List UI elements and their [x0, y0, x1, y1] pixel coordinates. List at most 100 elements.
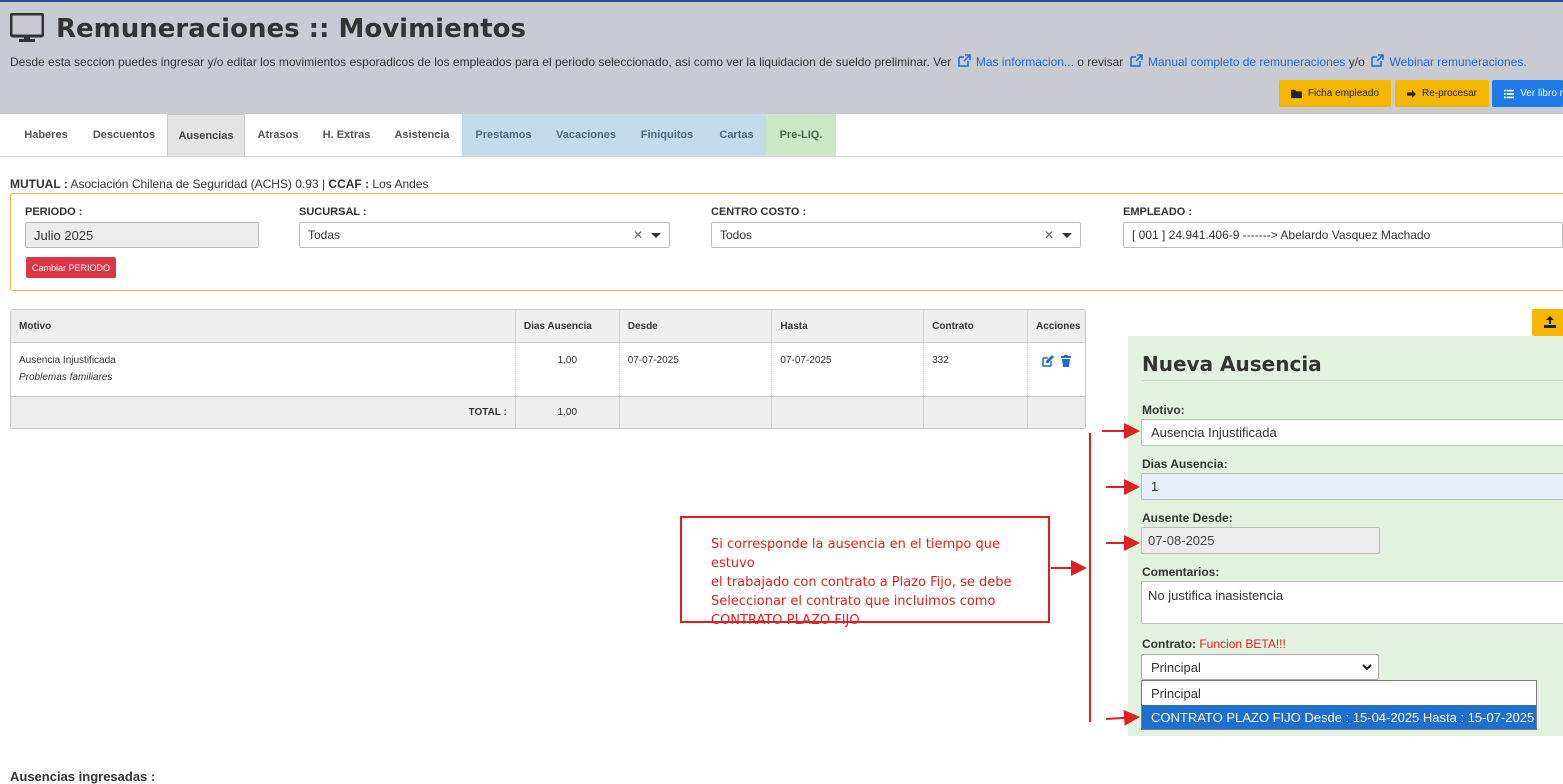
- empleado-select[interactable]: [ 001 ] 24.941.406-9 -------> Abelardo V…: [1123, 222, 1563, 248]
- motivo-cell: Ausencia Injustificada Problemas familia…: [11, 343, 516, 396]
- tab-descuentos[interactable]: Descuentos: [82, 114, 166, 156]
- contrato-option-principal[interactable]: Principal: [1142, 681, 1536, 705]
- filter-panel: PERIODO : Julio 2025 Cambiar PERIODO SUC…: [10, 193, 1563, 291]
- form-title: Nueva Ausencia: [1142, 352, 1322, 376]
- trash-icon[interactable]: [1060, 355, 1071, 367]
- callout-line: el trabajado con contrato a Plazo Fijo, …: [711, 575, 1012, 590]
- ver-libro-button[interactable]: Ver libro r: [1492, 80, 1563, 107]
- tab-prestamos[interactable]: Prestamos: [462, 114, 545, 156]
- col-hasta: Hasta: [772, 310, 925, 343]
- ccaf-label: CCAF :: [328, 177, 370, 191]
- external-link-icon: [1371, 54, 1384, 67]
- tab-finiquitos[interactable]: Finiquitos: [627, 114, 707, 156]
- contrato-option-plazo-fijo[interactable]: CONTRATO PLAZO FIJO Desde : 15-04-2025 H…: [1142, 705, 1536, 729]
- comentarios-label: Comentarios:: [1142, 565, 1220, 579]
- comentarios-textarea[interactable]: No justifica inasistencia: [1141, 581, 1563, 624]
- sucursal-value: Todas: [308, 228, 341, 242]
- tab-ausencias[interactable]: Ausencias: [167, 114, 245, 156]
- contrato-label-wrap: Contrato: Funcion BETA!!!: [1142, 637, 1286, 651]
- centro-costo-label: CENTRO COSTO :: [711, 206, 807, 218]
- empty-cell: [772, 396, 925, 428]
- manual-link[interactable]: Manual completo de remuneraciones: [1148, 55, 1345, 69]
- reprocesar-button[interactable]: Re-procesar: [1395, 80, 1489, 107]
- monitor-icon: [10, 13, 44, 42]
- dias-cell: 1,00: [516, 343, 620, 396]
- total-label: TOTAL :: [11, 396, 516, 428]
- upload-icon: [1544, 316, 1556, 328]
- callout-line: CONTRATO PLAZO FIJO: [711, 613, 860, 628]
- mas-informacion-link[interactable]: Mas informacion...: [976, 55, 1074, 69]
- clear-icon[interactable]: ✕: [1044, 228, 1054, 242]
- reprocesar-label: Re-procesar: [1421, 88, 1477, 99]
- empleado-label: EMPLEADO :: [1123, 206, 1193, 218]
- sucursal-label: SUCURSAL :: [299, 206, 367, 218]
- col-contrato: Contrato: [924, 310, 1028, 343]
- ausente-desde-label: Ausente Desde:: [1142, 511, 1233, 525]
- tab-asistencia[interactable]: Asistencia: [383, 114, 461, 156]
- clear-icon[interactable]: ✕: [633, 228, 643, 242]
- chevron-down-icon: [1362, 664, 1372, 671]
- sucursal-select[interactable]: Todas ✕: [299, 222, 670, 248]
- beta-badge: Funcion BETA!!!: [1199, 637, 1286, 651]
- tab-vacaciones[interactable]: Vacaciones: [545, 114, 627, 156]
- mutual-value: Asociación Chilena de Seguridad (ACHS) 0…: [70, 177, 319, 191]
- motivo-text: Ausencia Injustificada: [19, 355, 116, 366]
- motivo-label: Motivo:: [1142, 403, 1185, 417]
- ficha-empleado-button[interactable]: Ficha empleado: [1279, 80, 1391, 107]
- empty-cell: [1027, 396, 1085, 428]
- mutual-ccaf-info: MUTUAL : Asociación Chilena de Seguridad…: [10, 177, 428, 191]
- col-dias-ausencia: Dias Ausencia: [515, 310, 620, 343]
- nueva-ausencia-panel: Nueva Ausencia Motivo: Ausencia Injustif…: [1128, 336, 1563, 736]
- callout-line: Seleccionar el contrato que incluimos co…: [711, 594, 996, 609]
- hasta-cell: 07-07-2025: [772, 343, 925, 396]
- ficha-empleado-label: Ficha empleado: [1307, 88, 1379, 99]
- table-header-row: Motivo Dias Ausencia Desde Hasta Contrat…: [11, 310, 1085, 343]
- tab-atrasos[interactable]: Atrasos: [246, 114, 310, 156]
- ausente-desde-input[interactable]: 07-08-2025: [1141, 527, 1380, 554]
- external-link-icon: [1129, 54, 1143, 67]
- mutual-label: MUTUAL :: [10, 177, 68, 191]
- dias-ausencia-label: Dias Ausencia:: [1142, 457, 1228, 471]
- contrato-selected-value: Principal: [1151, 659, 1201, 675]
- tab-haberes[interactable]: Haberes: [10, 114, 82, 156]
- separator: |: [321, 177, 326, 191]
- centro-costo-select[interactable]: Todos ✕: [711, 222, 1081, 248]
- comentario-text: Problemas familiares: [19, 372, 113, 383]
- separator-text: y/o: [1348, 55, 1365, 69]
- contrato-select[interactable]: Principal: [1141, 654, 1379, 680]
- chevron-down-icon: [651, 233, 661, 238]
- dias-ausencia-input[interactable]: 1: [1141, 473, 1563, 500]
- contrato-cell: 332: [924, 343, 1028, 396]
- page-header: Remuneraciones :: Movimientos Desde esta…: [0, 0, 1563, 114]
- tab-bar: Haberes Descuentos Ausencias Atrasos H. …: [0, 114, 1563, 157]
- description-text: Desde esta seccion puedes ingresar y/o e…: [10, 55, 952, 69]
- col-motivo: Motivo: [11, 310, 516, 343]
- upload-button[interactable]: [1532, 309, 1563, 336]
- ausencias-table: Motivo Dias Ausencia Desde Hasta Contrat…: [10, 309, 1086, 429]
- periodo-field: Julio 2025: [25, 222, 259, 248]
- contrato-dropdown: Principal CONTRATO PLAZO FIJO Desde : 15…: [1141, 680, 1537, 730]
- list-icon: [1504, 89, 1515, 98]
- tab-h-extras[interactable]: H. Extras: [310, 114, 383, 156]
- empty-cell: [619, 396, 773, 428]
- contrato-label: Contrato:: [1142, 637, 1196, 651]
- motivo-select[interactable]: Ausencia Injustificada: [1141, 419, 1563, 446]
- total-value: 1,00: [515, 396, 620, 428]
- external-link-icon: [957, 54, 971, 67]
- total-row: TOTAL : 1,00: [11, 396, 1085, 428]
- edit-icon[interactable]: [1042, 355, 1055, 367]
- callout-line: Si corresponde la ausencia en el tiempo …: [711, 537, 1000, 571]
- centro-costo-value: Todos: [720, 228, 753, 242]
- table-row: Ausencia Injustificada Problemas familia…: [11, 343, 1085, 396]
- col-desde: Desde: [619, 310, 773, 343]
- separator-text: o revisar: [1077, 55, 1124, 69]
- chevron-down-icon: [1062, 233, 1072, 238]
- cambiar-periodo-button[interactable]: Cambiar PERIODO: [26, 257, 117, 278]
- col-acciones: Acciones: [1027, 310, 1085, 343]
- tab-cartas[interactable]: Cartas: [707, 114, 766, 156]
- divider: [1142, 380, 1563, 381]
- folder-icon: [1291, 89, 1302, 99]
- tab-pre-liq[interactable]: Pre-LIQ.: [766, 114, 836, 156]
- desde-cell: 07-07-2025: [620, 343, 773, 396]
- webinar-link[interactable]: Webinar remuneraciones.: [1389, 55, 1526, 69]
